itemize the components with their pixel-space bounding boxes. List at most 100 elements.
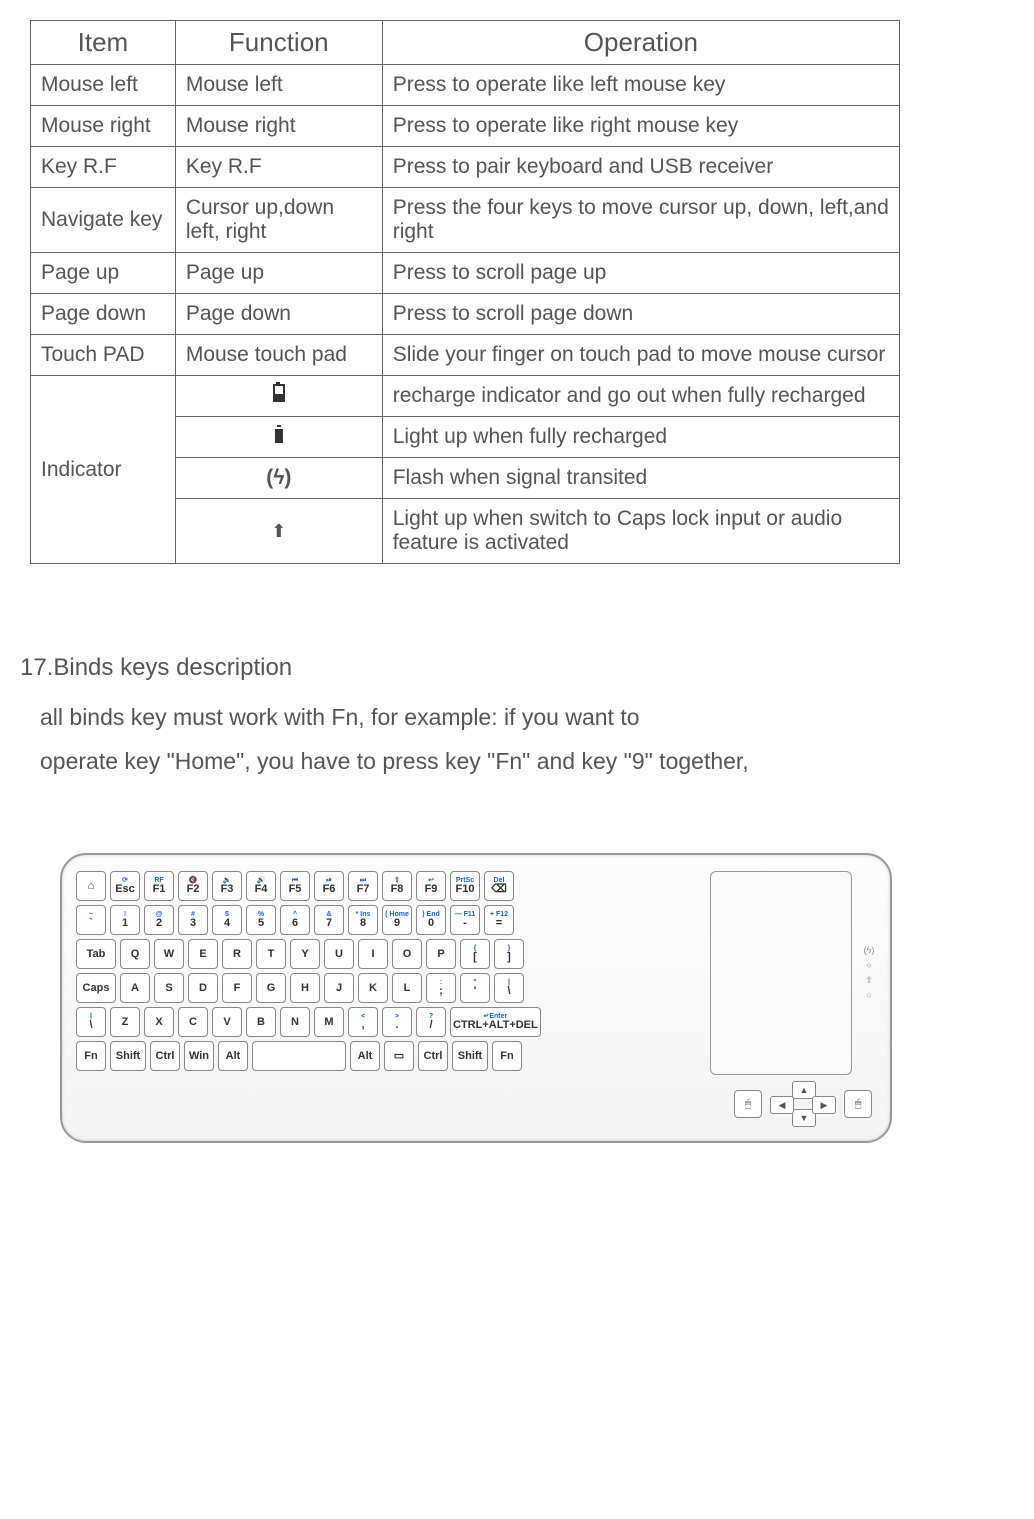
indicator-icon-cell: [175, 376, 382, 417]
key: 🔉F3: [212, 871, 242, 901]
key: #3: [178, 905, 208, 935]
indicator-op: Light up when switch to Caps lock input …: [382, 499, 899, 564]
table-row: Key R.FKey R.FPress to pair keyboard and…: [31, 147, 900, 188]
cell-item: Mouse left: [31, 65, 176, 106]
cell-func: Page up: [175, 253, 382, 294]
cell-op: Press to operate like left mouse key: [382, 65, 899, 106]
key: T: [256, 939, 286, 969]
key: Ctrl: [150, 1041, 180, 1071]
cell-op: Press to operate like right mouse key: [382, 106, 899, 147]
header-function: Function: [175, 21, 382, 65]
key: Fn: [76, 1041, 106, 1071]
key: W: [154, 939, 184, 969]
key: G: [256, 973, 286, 1003]
indicator-label: Indicator: [31, 376, 176, 564]
key: %5: [246, 905, 276, 935]
table-row: Touch PADMouse touch padSlide your finge…: [31, 335, 900, 376]
key: PrtScF10: [450, 871, 480, 901]
bottom-controls: 🖱 ▲ ▼ ◀ ▶ 🖱: [76, 1081, 876, 1127]
key: ?/: [416, 1007, 446, 1037]
status-led-icon: ○: [866, 991, 871, 1000]
key: V: [212, 1007, 242, 1037]
key: I: [358, 939, 388, 969]
signal-icon: (ϟ): [266, 466, 291, 489]
key: J: [324, 973, 354, 1003]
cell-item: Key R.F: [31, 147, 176, 188]
key: N: [280, 1007, 310, 1037]
key: Shift: [452, 1041, 488, 1071]
key: ⏯F6: [314, 871, 344, 901]
dpad: ▲ ▼ ◀ ▶: [770, 1081, 836, 1127]
cell-item: Touch PAD: [31, 335, 176, 376]
indicator-op: recharge indicator and go out when fully…: [382, 376, 899, 417]
cell-item: Page up: [31, 253, 176, 294]
key: P: [426, 939, 456, 969]
table-row: Mouse rightMouse rightPress to operate l…: [31, 106, 900, 147]
key-row: FnShiftCtrlWinAltAlt▭CtrlShiftFn: [76, 1041, 696, 1071]
mouse-right-button: 🖱: [844, 1090, 872, 1118]
key: [252, 1041, 346, 1071]
key: |\: [494, 973, 524, 1003]
mouse-left-button: 🖱: [734, 1090, 762, 1118]
key: + F12=: [484, 905, 514, 935]
section-title: 17.Binds keys description: [20, 654, 1014, 682]
key: :;: [426, 973, 456, 1003]
key: R: [222, 939, 252, 969]
key: 🔇F2: [178, 871, 208, 901]
key: K: [358, 973, 388, 1003]
cell-op: Press to scroll page down: [382, 294, 899, 335]
cell-op: Slide your finger on touch pad to move m…: [382, 335, 899, 376]
section-body: all binds key must work with Fn, for exa…: [40, 696, 1014, 783]
cell-op: Press the four keys to move cursor up, d…: [382, 188, 899, 253]
key: |\: [76, 1007, 106, 1037]
key: {[: [460, 939, 490, 969]
cell-func: Page down: [175, 294, 382, 335]
key: Caps: [76, 973, 116, 1003]
key: Tab: [76, 939, 116, 969]
key: Fn: [492, 1041, 522, 1071]
section-line2: operate key "Home", you have to press ke…: [40, 740, 1014, 784]
indicator-icon-cell: [175, 417, 382, 458]
key: ↩F9: [416, 871, 446, 901]
key: B: [246, 1007, 276, 1037]
key: Q: [120, 939, 150, 969]
key: E: [188, 939, 218, 969]
table-row: Mouse leftMouse leftPress to operate lik…: [31, 65, 900, 106]
key: ⇧F8: [382, 871, 412, 901]
key: @2: [144, 905, 174, 935]
key: ⟳Esc: [110, 871, 140, 901]
status-led-icon: (ϟ): [864, 946, 875, 955]
cell-func: Cursor up,down left, right: [175, 188, 382, 253]
key: !1: [110, 905, 140, 935]
key: Win: [184, 1041, 214, 1071]
key: ( Home9: [382, 905, 412, 935]
cell-op: Press to pair keyboard and USB receiver: [382, 147, 899, 188]
status-led-icon: ○: [866, 961, 871, 970]
cell-func: Mouse touch pad: [175, 335, 382, 376]
indicator-op: Flash when signal transited: [382, 458, 899, 499]
key: D: [188, 973, 218, 1003]
key: Ctrl: [418, 1041, 448, 1071]
key: L: [392, 973, 422, 1003]
dpad-right: ▶: [812, 1096, 836, 1114]
key: C: [178, 1007, 208, 1037]
key: ↵EnterCTRL+ALT+DEL: [450, 1007, 541, 1037]
key: Shift: [110, 1041, 146, 1071]
key-row: TabQWERTYUIOP{[}]: [76, 939, 696, 969]
dpad-left: ◀: [770, 1096, 794, 1114]
key: Alt: [218, 1041, 248, 1071]
touchpad: [710, 871, 852, 1075]
key: ⏮F5: [280, 871, 310, 901]
key: <,: [348, 1007, 378, 1037]
key: H: [290, 973, 320, 1003]
cell-func: Mouse right: [175, 106, 382, 147]
indicator-icon-cell: ⬆: [175, 499, 382, 564]
keyboard-diagram: ⌂⟳EscRFF1🔇F2🔉F3🔊F4⏮F5⏯F6⏭F7⇧F8↩F9PrtScF1…: [60, 853, 892, 1143]
key: &7: [314, 905, 344, 935]
cell-func: Mouse left: [175, 65, 382, 106]
key: >.: [382, 1007, 412, 1037]
key: ▭: [384, 1041, 414, 1071]
key: ~`: [76, 905, 106, 935]
table-row: Navigate keyCursor up,down left, rightPr…: [31, 188, 900, 253]
key: U: [324, 939, 354, 969]
